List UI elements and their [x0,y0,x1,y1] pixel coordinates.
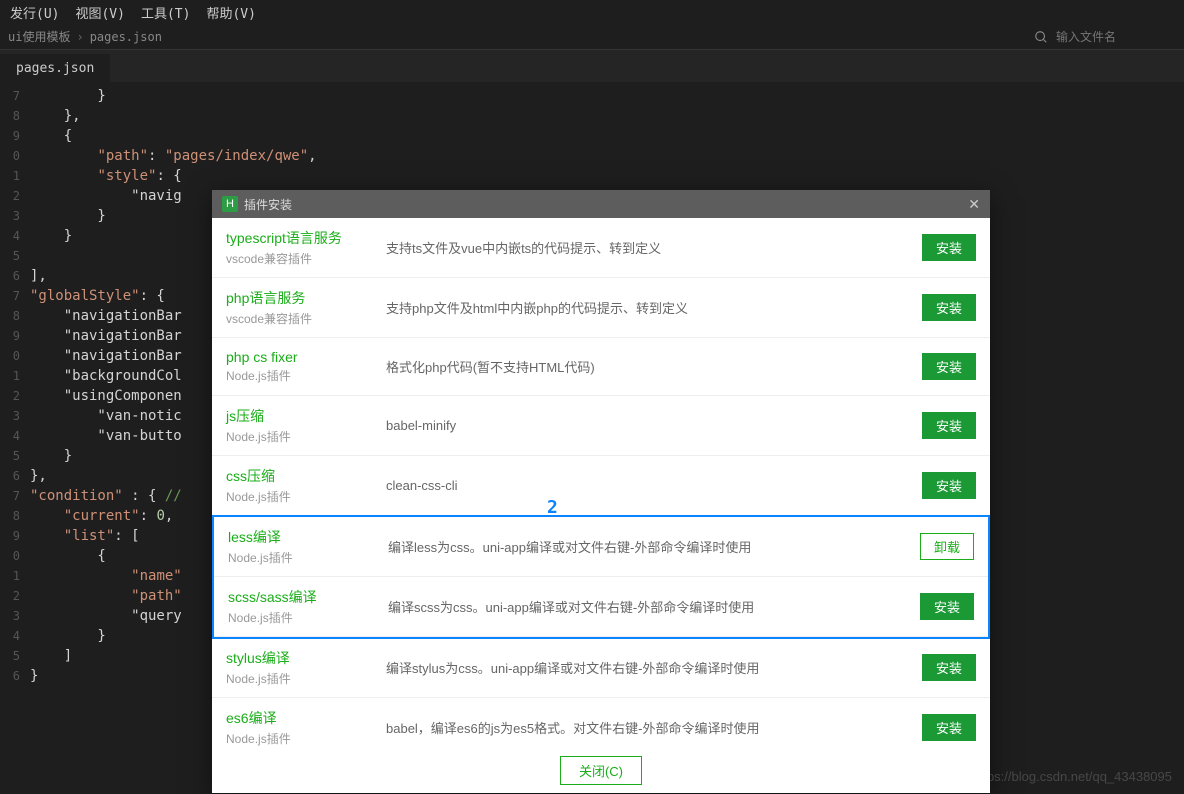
plugin-description: 格式化php代码(暂不支持HTML代码) [376,357,906,376]
breadcrumb-part[interactable]: pages.json [90,30,162,44]
plugin-name: es6编译 [226,708,376,728]
plugin-subtitle: Node.js插件 [226,367,376,384]
app-badge-icon: H [222,196,238,212]
plugin-row: css压缩 Node.js插件clean-css-cli 安装 [212,456,990,516]
annotation-number: 2 [547,497,558,518]
close-icon[interactable]: ✕ [968,196,980,213]
plugin-description: 编译less为css。uni-app编译或对文件右键-外部命令编译时使用 [378,537,904,556]
menu-publish[interactable]: 发行(U) [10,3,59,22]
code-line[interactable]: 9 { [0,126,1184,146]
search-icon [1034,30,1048,44]
plugin-name: less编译 [228,527,378,547]
plugin-description: clean-css-cli [376,478,906,493]
install-button[interactable]: 安装 [922,472,976,499]
menu-bar: 发行(U) 视图(V) 工具(T) 帮助(V) [0,0,1184,24]
plugin-row: php cs fixer Node.js插件格式化php代码(暂不支持HTML代码… [212,338,990,396]
plugin-name: scss/sass编译 [228,587,378,607]
tab-pages-json[interactable]: pages.json [0,54,110,82]
highlighted-plugins: less编译Node.js插件编译less为css。uni-app编译或对文件右… [212,515,990,639]
plugin-subtitle: vscode兼容插件 [226,310,376,327]
plugin-description: 支持php文件及html中内嵌php的代码提示、转到定义 [376,298,906,317]
plugin-row: stylus编译 Node.js插件编译stylus为css。uni-app编译或… [212,638,990,698]
plugin-row: js压缩 Node.js插件babel-minify 安装 [212,396,990,456]
plugin-subtitle: Node.js插件 [226,730,376,747]
plugin-row: php语言服务 vscode兼容插件支持php文件及html中内嵌php的代码提示… [212,278,990,338]
install-button[interactable]: 安装 [922,714,976,741]
code-line[interactable]: 1 "style": { [0,166,1184,186]
install-button[interactable]: 安装 [922,412,976,439]
plugin-subtitle: Node.js插件 [226,670,376,687]
code-line[interactable]: 8 }, [0,106,1184,126]
plugin-name: js压缩 [226,406,376,426]
file-search [1034,30,1176,44]
plugin-description: babel，编译es6的js为es5格式。对文件右键-外部命令编译时使用 [376,718,906,737]
plugin-name: typescript语言服务 [226,228,376,248]
plugin-name: php语言服务 [226,288,376,308]
menu-view[interactable]: 视图(V) [75,3,124,22]
plugin-name: stylus编译 [226,648,376,668]
plugin-name: css压缩 [226,466,376,486]
plugin-subtitle: Node.js插件 [228,609,378,626]
plugin-row: scss/sass编译 Node.js插件编译scss为css。uni-app编译… [214,577,988,637]
plugin-subtitle: Node.js插件 [226,428,376,445]
dialog-footer: 关闭(C) [212,748,990,793]
tab-bar: pages.json [0,50,1184,82]
close-button[interactable]: 关闭(C) [560,756,642,785]
plugin-description: babel-minify [376,418,906,433]
breadcrumb-bar: ui使用模板 › pages.json [0,24,1184,50]
install-button[interactable]: 安装 [922,294,976,321]
search-input[interactable] [1056,30,1176,44]
plugin-description: 编译stylus为css。uni-app编译或对文件右键-外部命令编译时使用 [376,658,906,677]
watermark: https://blog.csdn.net/qq_43438095 [973,769,1173,784]
plugin-row: typescript语言服务 vscode兼容插件支持ts文件及vue中内嵌ts的… [212,218,990,278]
plugin-name: php cs fixer [226,349,376,365]
dialog-title: 插件安装 [244,196,292,213]
plugin-subtitle: vscode兼容插件 [226,250,376,267]
plugin-row: es6编译 Node.js插件babel，编译es6的js为es5格式。对文件右键… [212,698,990,748]
menu-help[interactable]: 帮助(V) [206,3,255,22]
install-button[interactable]: 安装 [920,593,974,620]
plugin-subtitle: Node.js插件 [228,549,378,566]
install-button[interactable]: 安装 [922,654,976,681]
dialog-body: typescript语言服务vscode兼容插件支持ts文件及vue中内嵌ts的… [212,218,990,748]
plugin-row: less编译 Node.js插件编译less为css。uni-app编译或对文件右… [214,517,988,577]
dialog-titlebar: H 插件安装 ✕ [212,190,990,218]
code-line[interactable]: 7 } [0,86,1184,106]
plugin-install-dialog: H 插件安装 ✕ typescript语言服务vscode兼容插件支持ts文件及… [212,190,990,793]
plugin-description: 编译scss为css。uni-app编译或对文件右键-外部命令编译时使用 [378,597,904,616]
install-button[interactable]: 安装 [922,234,976,261]
plugin-description: 支持ts文件及vue中内嵌ts的代码提示、转到定义 [376,238,906,257]
uninstall-button[interactable]: 卸载 [920,533,974,560]
install-button[interactable]: 安装 [922,353,976,380]
breadcrumb-part[interactable]: ui使用模板 [8,28,70,45]
breadcrumb-separator: › [76,30,83,44]
menu-tools[interactable]: 工具(T) [141,3,190,22]
code-line[interactable]: 0 "path": "pages/index/qwe", [0,146,1184,166]
plugin-subtitle: Node.js插件 [226,488,376,505]
